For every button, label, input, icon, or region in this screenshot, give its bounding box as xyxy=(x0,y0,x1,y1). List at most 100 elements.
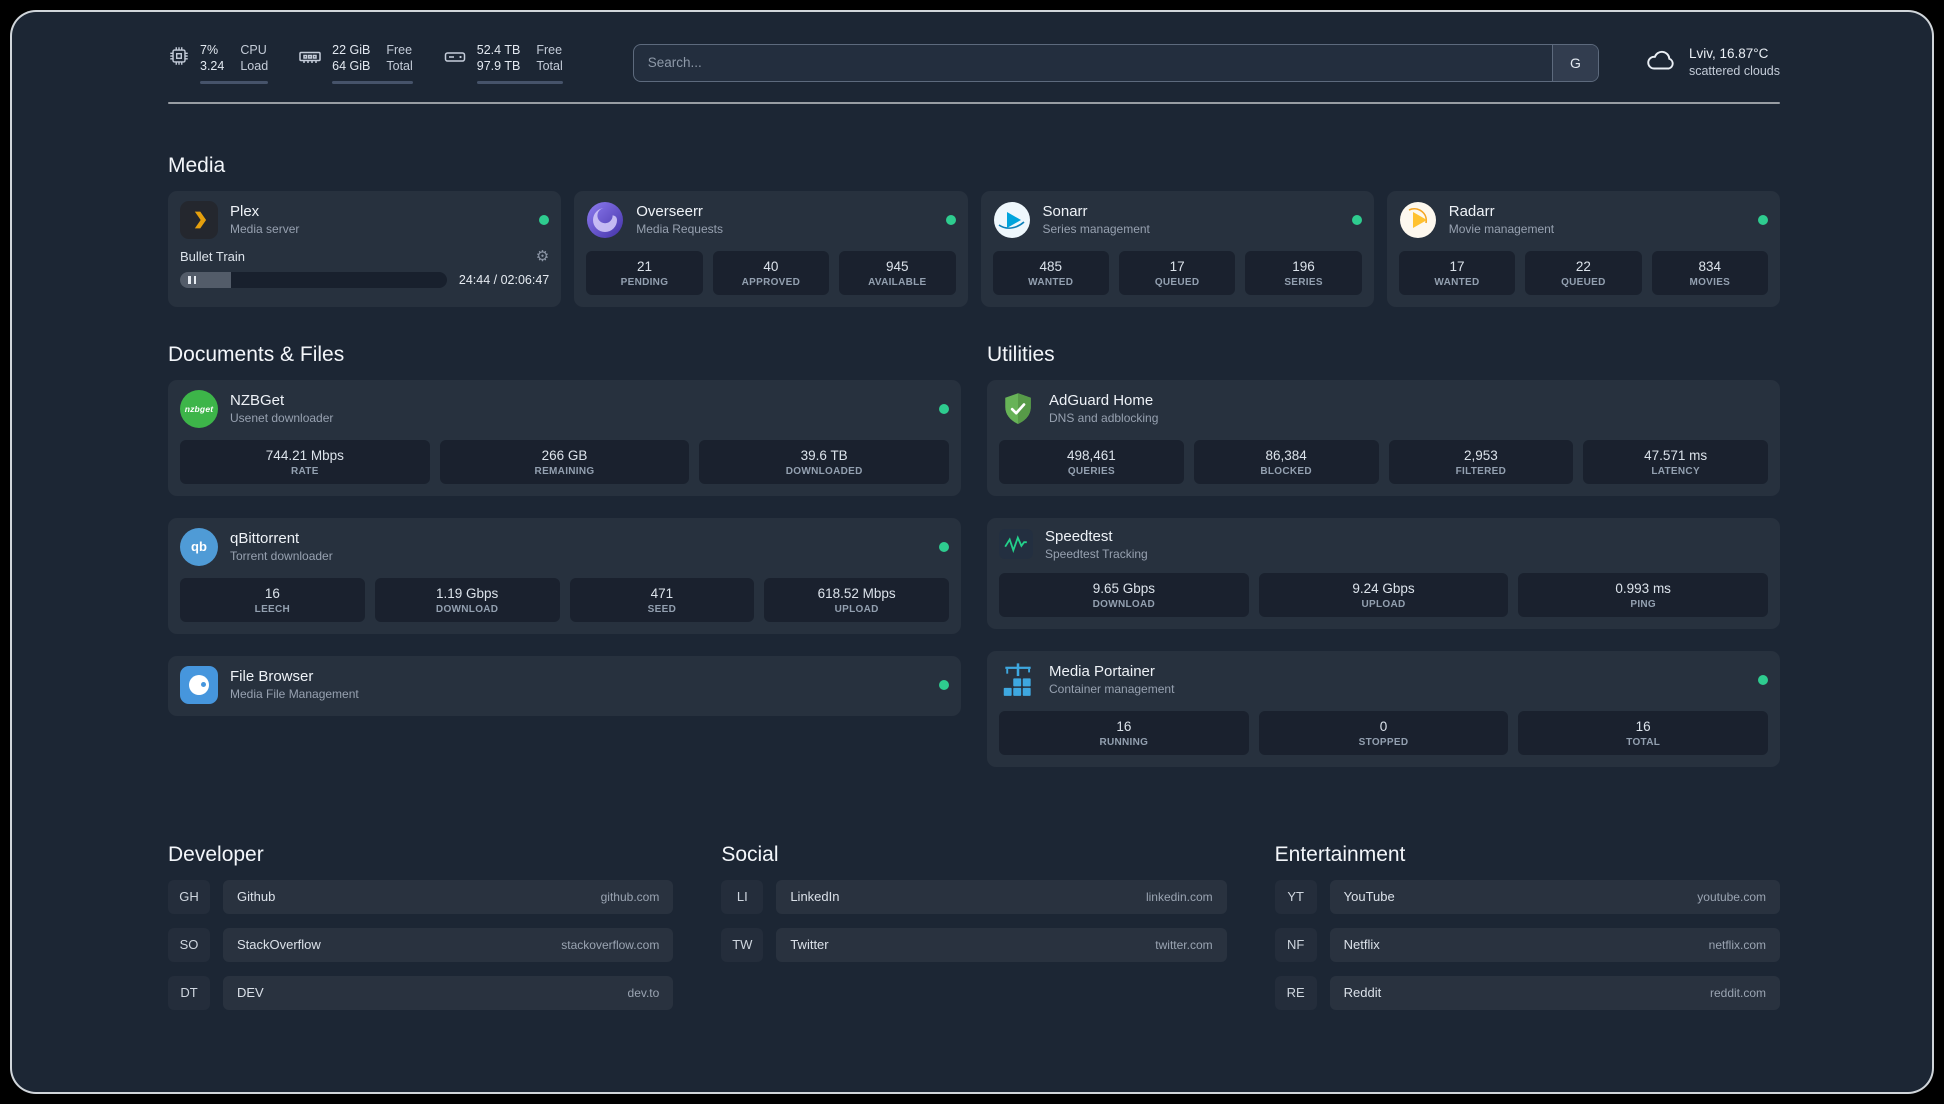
bookmark-domain: github.com xyxy=(600,889,660,904)
status-dot xyxy=(945,214,956,225)
cpu-usage-value: 7% xyxy=(200,43,219,57)
bookmark-name: YouTube xyxy=(1343,889,1395,904)
stat-box: 39.6 TB DOWNLOADED xyxy=(699,439,950,484)
bookmark-dev[interactable]: DT DEV dev.to xyxy=(168,975,674,1010)
bookmark-twitter[interactable]: TW Twitter twitter.com xyxy=(721,927,1227,962)
bookmark-abbr: DT xyxy=(168,976,210,1010)
card-subtitle: Usenet downloader xyxy=(230,411,334,425)
memory-free-value: 22 GiB xyxy=(332,43,371,57)
bookmark-abbr: SO xyxy=(168,928,210,962)
stat-box: 16 RUNNING xyxy=(999,710,1249,755)
status-dot xyxy=(939,403,949,414)
dashboard-panel: 7% 3.24 CPU Load 22 GiB 64 GiB Free Tota… xyxy=(10,10,1934,1094)
stat-box: 16 LEECH xyxy=(180,577,365,622)
filebrowser-icon xyxy=(180,665,218,704)
stat-box: 22 QUEUED xyxy=(1525,250,1642,295)
adguard-card[interactable]: AdGuard Home DNS and adblocking 498,461 … xyxy=(987,379,1780,496)
entertainment-bookmarks: Entertainment YT YouTube youtube.com NF … xyxy=(1275,843,1780,1024)
stat-box: 9.65 Gbps DOWNLOAD xyxy=(999,572,1249,617)
search-bar: G xyxy=(632,43,1599,82)
speedtest-icon xyxy=(999,529,1033,559)
bookmark-netflix[interactable]: NF Netflix netflix.com xyxy=(1275,927,1780,962)
disk-total-label: Total xyxy=(536,59,563,74)
sonarr-icon xyxy=(993,201,1031,239)
bookmark-domain: youtube.com xyxy=(1697,889,1766,904)
bookmark-github[interactable]: GH Github github.com xyxy=(168,879,674,914)
bookmark-abbr: RE xyxy=(1275,976,1317,1010)
bookmark-domain: linkedin.com xyxy=(1145,889,1213,904)
card-subtitle: Series management xyxy=(1042,222,1150,236)
bookmark-domain: twitter.com xyxy=(1155,937,1213,952)
section-title-media: Media xyxy=(168,153,226,177)
bookmark-stackoverflow[interactable]: SO StackOverflow stackoverflow.com xyxy=(168,927,674,962)
section-title-documents: Documents & Files xyxy=(168,342,345,366)
stat-box: 485 WANTED xyxy=(992,250,1109,295)
cpu-progress-bar xyxy=(200,80,269,84)
plex-card[interactable]: Plex Media server Bullet Train ⚙ 24:44 /… xyxy=(168,190,562,307)
status-dot xyxy=(939,679,949,690)
bookmark-linkedin[interactable]: LI LinkedIn linkedin.com xyxy=(721,879,1227,914)
stat-box: 744.21 Mbps RATE xyxy=(180,439,430,484)
stat-box: 498,461 QUERIES xyxy=(999,439,1184,484)
section-title-entertainment: Entertainment xyxy=(1274,842,1406,866)
bookmark-name: Netflix xyxy=(1343,937,1380,952)
stat-box: 17 QUEUED xyxy=(1118,250,1236,295)
nzbget-card[interactable]: nzbget NZBGet Usenet downloader 744.21 M… xyxy=(168,379,961,496)
cpu-usage-label: CPU xyxy=(240,43,267,57)
bookmark-name: Reddit xyxy=(1343,985,1382,1000)
card-name: qBittorrent xyxy=(230,530,300,547)
portainer-card[interactable]: Media Portainer Container management 16 … xyxy=(987,650,1780,767)
bookmark-name: Github xyxy=(237,889,276,904)
memory-total-value: 64 GiB xyxy=(332,59,371,74)
qbittorrent-card[interactable]: qb qBittorrent Torrent downloader 16 LEE… xyxy=(168,517,961,634)
disk-total-value: 97.9 TB xyxy=(476,59,521,74)
section-title-social: Social xyxy=(721,842,779,866)
stat-box: 266 GB REMAINING xyxy=(439,439,690,484)
stat-box: 471 SEED xyxy=(569,577,755,622)
bookmark-domain: stackoverflow.com xyxy=(561,937,660,952)
disk-free-value: 52.4 TB xyxy=(476,43,521,57)
gear-icon[interactable] xyxy=(536,249,549,264)
cpu-icon xyxy=(168,45,190,67)
stat-box: 47.571 ms LATENCY xyxy=(1583,439,1768,484)
filebrowser-card[interactable]: File Browser Media File Management xyxy=(168,655,961,716)
sonarr-card[interactable]: Sonarr Series management 485 WANTED 17 Q… xyxy=(980,190,1374,307)
bookmark-domain: netflix.com xyxy=(1708,937,1766,952)
memory-total-label: Total xyxy=(386,59,413,74)
radarr-card[interactable]: Radarr Movie management 17 WANTED 22 QUE… xyxy=(1386,190,1780,307)
bookmark-youtube[interactable]: YT YouTube youtube.com xyxy=(1275,879,1780,914)
status-dot xyxy=(1758,214,1768,225)
card-name: Plex xyxy=(230,203,260,220)
search-provider-button[interactable]: G xyxy=(1551,44,1598,81)
search-input[interactable] xyxy=(633,44,1552,81)
plex-icon xyxy=(180,200,218,239)
card-name: AdGuard Home xyxy=(1049,392,1154,409)
cpu-widget: 7% 3.24 CPU Load xyxy=(168,42,269,84)
card-name: Speedtest xyxy=(1045,527,1113,545)
bookmark-name: DEV xyxy=(237,985,264,1000)
qbittorrent-icon: qb xyxy=(180,527,218,566)
media-grid: Plex Media server Bullet Train ⚙ 24:44 /… xyxy=(168,190,1780,307)
bookmark-abbr: LI xyxy=(721,880,763,914)
card-subtitle: Media File Management xyxy=(230,687,359,701)
card-name: File Browser xyxy=(230,668,314,685)
stat-box: 17 WANTED xyxy=(1398,250,1516,295)
bookmark-reddit[interactable]: RE Reddit reddit.com xyxy=(1275,975,1780,1010)
stat-box: 2,953 FILTERED xyxy=(1388,439,1574,484)
overseerr-card[interactable]: Overseerr Media Requests 21 PENDING 40 A… xyxy=(574,190,968,307)
stat-box: 0.993 ms PING xyxy=(1518,572,1769,617)
pause-button[interactable] xyxy=(188,275,196,284)
bookmark-abbr: TW xyxy=(721,928,763,962)
memory-icon xyxy=(298,45,322,69)
disk-free-label: Free xyxy=(536,43,563,57)
speedtest-card[interactable]: Speedtest Speedtest Tracking 9.65 Gbps D… xyxy=(987,517,1780,629)
bookmark-name: StackOverflow xyxy=(237,937,321,952)
stat-box: 1.19 Gbps DOWNLOAD xyxy=(374,577,560,622)
stat-box: 21 PENDING xyxy=(586,250,703,295)
cpu-load-value: 3.24 xyxy=(200,59,225,74)
status-dot xyxy=(939,541,949,552)
stat-box: 16 TOTAL xyxy=(1518,710,1769,755)
card-subtitle: Speedtest Tracking xyxy=(1045,546,1148,561)
status-dot xyxy=(1758,674,1768,685)
topbar: 7% 3.24 CPU Load 22 GiB 64 GiB Free Tota… xyxy=(168,42,1780,84)
